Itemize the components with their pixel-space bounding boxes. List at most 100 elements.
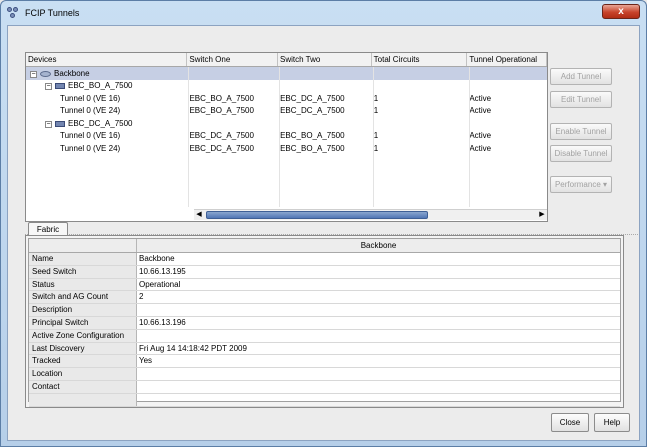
- fabric-properties-table: Backbone Name Backbone Seed Switch 10.66.13…: [28, 238, 621, 407]
- help-button[interactable]: Help: [594, 413, 630, 432]
- horizontal-scrollbar[interactable]: ◀ ▶: [194, 209, 547, 220]
- property-row[interactable]: Switch and AG Count 2: [29, 291, 620, 305]
- tunnel-status-cell: Active: [469, 131, 492, 141]
- device-cell[interactable]: − EBC_BO_A_7500: [26, 81, 187, 91]
- device-cell[interactable]: Tunnel 0 (VE 16): [26, 94, 187, 103]
- property-value: [137, 330, 620, 342]
- property-key: Name: [29, 253, 137, 265]
- property-row[interactable]: Status Operational: [29, 278, 620, 292]
- property-row[interactable]: Contact: [29, 380, 620, 394]
- device-name: Tunnel 0 (VE 16): [60, 93, 121, 103]
- device-cell[interactable]: Tunnel 0 (VE 24): [26, 144, 187, 153]
- device-name: EBC_BO_A_7500: [68, 81, 133, 91]
- column-header-total-circuits[interactable]: Total Circuits: [372, 53, 468, 66]
- tunnel-status-cell: Active: [469, 106, 492, 116]
- collapse-icon[interactable]: −: [45, 120, 52, 128]
- property-key: Last Discovery: [29, 342, 137, 355]
- fabric-icon: [40, 70, 51, 77]
- enable-tunnel-button[interactable]: Enable Tunnel: [550, 123, 612, 140]
- property-value: 10.66.13.195: [139, 266, 186, 276]
- switch-one-cell: EBC_BO_A_7500: [189, 93, 254, 103]
- total-circuits-cell: 1: [373, 106, 379, 116]
- scroll-thumb[interactable]: [206, 211, 428, 219]
- property-row[interactable]: Active Zone Configuration: [29, 329, 620, 343]
- property-key: Description: [29, 304, 137, 316]
- property-key: Status: [29, 278, 137, 291]
- property-value: [137, 368, 620, 380]
- property-key: Contact: [29, 380, 137, 393]
- tab-fabric[interactable]: Fabric: [28, 222, 68, 236]
- switch-two-cell: EBC_DC_A_7500: [280, 106, 345, 116]
- device-name: Tunnel 0 (VE 16): [60, 131, 121, 141]
- edit-tunnel-button[interactable]: Edit Tunnel: [550, 91, 612, 108]
- tunnel-status-cell: Active: [469, 143, 492, 153]
- property-value: [137, 394, 620, 406]
- property-row[interactable]: Description: [29, 304, 620, 317]
- add-tunnel-button[interactable]: Add Tunnel: [550, 68, 612, 85]
- switch-two-cell: EBC_DC_A_7500: [280, 93, 345, 103]
- column-header-switch-one[interactable]: Switch One: [187, 53, 279, 66]
- property-key: Switch and AG Count: [29, 291, 137, 304]
- property-value: Yes: [139, 356, 153, 366]
- property-key: Principal Switch: [29, 316, 137, 329]
- property-value: 2: [139, 292, 144, 302]
- window-close-button[interactable]: x: [602, 4, 640, 19]
- table-header: Devices Switch One Switch Two Total Circ…: [26, 53, 548, 67]
- switch-two-cell: EBC_BO_A_7500: [280, 143, 345, 153]
- property-row[interactable]: Principal Switch 10.66.13.196: [29, 316, 620, 330]
- switch-one-cell: EBC_BO_A_7500: [189, 106, 254, 116]
- property-value: [137, 381, 620, 393]
- device-cell[interactable]: − Backbone: [26, 69, 187, 78]
- performance-dropdown[interactable]: Performance ▾: [550, 176, 612, 193]
- device-name: Backbone: [54, 68, 90, 78]
- properties-header: Backbone: [29, 239, 620, 253]
- property-row[interactable]: Seed Switch 10.66.13.195: [29, 265, 620, 279]
- device-name: Tunnel 0 (VE 24): [60, 143, 121, 153]
- property-value: 10.66.13.196: [139, 317, 186, 327]
- property-value: Operational: [139, 279, 181, 289]
- tunnel-tree-table: Devices Switch One Switch Two Total Circ…: [25, 52, 548, 222]
- collapse-icon[interactable]: −: [45, 83, 52, 91]
- fabric-properties-panel: Backbone Name Backbone Seed Switch 10.66.13…: [25, 235, 624, 408]
- property-row[interactable]: Tracked Yes: [29, 355, 620, 369]
- device-cell[interactable]: Tunnel 0 (VE 16): [26, 131, 187, 140]
- property-value: Fri Aug 14 14:18:42 PDT 2009: [139, 343, 247, 353]
- property-value: Backbone: [139, 254, 175, 263]
- collapse-icon[interactable]: −: [30, 70, 37, 78]
- tunnel-status-cell: Active: [469, 93, 492, 103]
- dialog-content: Devices Switch One Switch Two Total Circ…: [7, 25, 640, 441]
- switch-icon: [55, 120, 65, 127]
- property-row[interactable]: Last Discovery Fri Aug 14 14:18:42 PDT 20…: [29, 342, 620, 356]
- device-name: EBC_DC_A_7500: [68, 118, 133, 128]
- properties-column-header: Backbone: [360, 241, 397, 250]
- switch-one-cell: EBC_DC_A_7500: [189, 131, 254, 141]
- fcip-app-icon: [7, 6, 20, 20]
- property-key: [29, 393, 137, 406]
- switch-two-cell: EBC_BO_A_7500: [280, 131, 345, 141]
- property-key: Seed Switch: [29, 265, 137, 278]
- title-bar[interactable]: FCIP Tunnels x: [1, 1, 646, 25]
- device-cell[interactable]: Tunnel 0 (VE 24): [26, 106, 187, 115]
- total-circuits-cell: 1: [373, 93, 379, 103]
- column-header-switch-two[interactable]: Switch Two: [278, 53, 372, 66]
- property-row[interactable]: Name Backbone: [29, 253, 620, 266]
- device-name: Tunnel 0 (VE 24): [60, 106, 121, 116]
- close-button[interactable]: Close: [551, 413, 589, 432]
- switch-one-cell: EBC_DC_A_7500: [189, 143, 254, 153]
- device-cell[interactable]: − EBC_DC_A_7500: [26, 119, 187, 128]
- scroll-left-icon[interactable]: ◀: [194, 210, 204, 220]
- property-key: Active Zone Configuration: [29, 329, 137, 342]
- property-value: [137, 304, 620, 316]
- column-header-devices[interactable]: Devices: [26, 53, 188, 66]
- fcip-tunnels-window: FCIP Tunnels x Devices Switch One Switch…: [0, 0, 647, 447]
- property-row[interactable]: [29, 393, 620, 407]
- chevron-down-icon: ▾: [603, 180, 608, 189]
- switch-icon: [55, 83, 65, 90]
- total-circuits-cell: 1: [373, 143, 379, 153]
- scroll-right-icon[interactable]: ▶: [537, 210, 547, 220]
- property-row[interactable]: Location: [29, 368, 620, 381]
- column-header-tunnel-operational[interactable]: Tunnel Operational: [467, 53, 548, 66]
- properties-body: Name Backbone Seed Switch 10.66.13.195 Statu…: [29, 253, 620, 407]
- disable-tunnel-button[interactable]: Disable Tunnel: [550, 145, 612, 162]
- window-title: FCIP Tunnels: [25, 8, 80, 18]
